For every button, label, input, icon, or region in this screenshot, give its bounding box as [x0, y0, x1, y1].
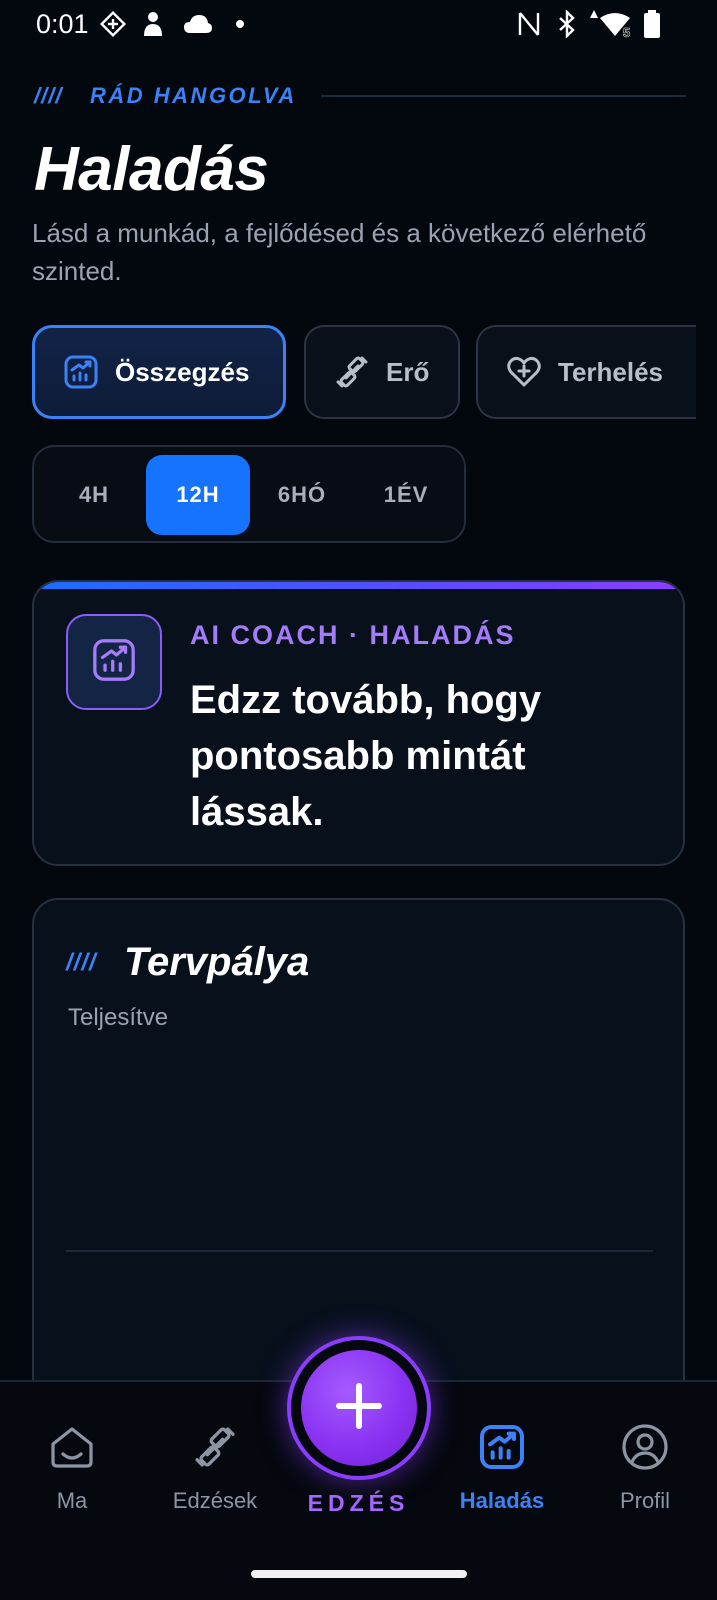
coach-kicker: AI COACH · HALADÁS	[190, 620, 516, 650]
start-workout-label: EDZÉS	[307, 1490, 410, 1516]
eyebrow-text: RÁD HANGOLVA	[90, 83, 297, 108]
plus-icon	[335, 1382, 383, 1435]
tab-osszegzes-label: Összegzés	[115, 356, 250, 387]
start-workout-button[interactable]	[287, 1336, 431, 1480]
status-time: 0:01	[36, 9, 89, 39]
coach-message: Edzz tovább, hogy pontosabb mintát lássa…	[190, 678, 542, 834]
profile-icon	[620, 1422, 670, 1472]
period-4h[interactable]: 4H	[42, 455, 146, 535]
battery-icon	[642, 10, 662, 38]
tab-osszegzes[interactable]: Összegzés	[32, 325, 286, 419]
start-workout-fab[interactable]	[301, 1350, 417, 1466]
tab-ero-label: Erő	[386, 356, 430, 387]
person-icon	[140, 10, 166, 38]
chart-icon	[91, 637, 137, 688]
chart-icon	[477, 1422, 527, 1472]
period-selector: 4H 12H 6HÓ 1ÉV	[32, 445, 466, 543]
eyebrow-divider	[320, 95, 686, 97]
progress-screen: 0:01 5 //// RÁD HANGOLVA Haladás Lásd a …	[0, 0, 717, 1600]
wifi-icon: 5	[586, 10, 636, 38]
status-bar: 0:01 5	[0, 0, 717, 48]
section-eyebrow: //// RÁD HANGOLVA	[34, 80, 686, 112]
dot-icon	[234, 10, 246, 38]
plan-title: Tervpálya	[124, 940, 310, 984]
tab-terheles[interactable]: Terhelés	[476, 325, 696, 419]
plan-slashes: ////	[66, 948, 97, 976]
page-title: Haladás	[34, 135, 269, 204]
tab-ero[interactable]: Erő	[304, 325, 460, 419]
home-indicator[interactable]	[251, 1570, 467, 1578]
plan-subtitle: Teljesítve	[68, 1004, 169, 1031]
coach-accent-bar	[34, 582, 683, 589]
period-1ev[interactable]: 1ÉV	[354, 455, 458, 535]
dumbbell-icon	[190, 1422, 240, 1472]
heart-plus-icon	[506, 354, 542, 390]
eyebrow-slashes: ////	[34, 83, 63, 108]
period-12h[interactable]: 12H	[146, 455, 250, 535]
bluetooth-icon	[554, 10, 580, 38]
coach-icon-box	[66, 614, 162, 710]
app-grid-icon	[98, 10, 128, 38]
cloud-icon	[183, 10, 213, 38]
page-subtitle: Lásd a munkád, a fejlődésed és a követke…	[32, 218, 647, 286]
plan-divider	[66, 1250, 653, 1252]
period-6ho[interactable]: 6HÓ	[250, 455, 354, 535]
home-icon	[47, 1422, 97, 1472]
tab-terheles-label: Terhelés	[558, 356, 664, 387]
wifi-badge: 5	[623, 25, 630, 38]
chart-icon	[63, 354, 99, 390]
ai-coach-card: AI COACH · HALADÁS Edzz tovább, hogy pon…	[32, 580, 685, 866]
dumbbell-icon	[334, 354, 370, 390]
nfc-icon	[515, 10, 543, 38]
plan-header: //// Tervpálya	[66, 940, 309, 985]
